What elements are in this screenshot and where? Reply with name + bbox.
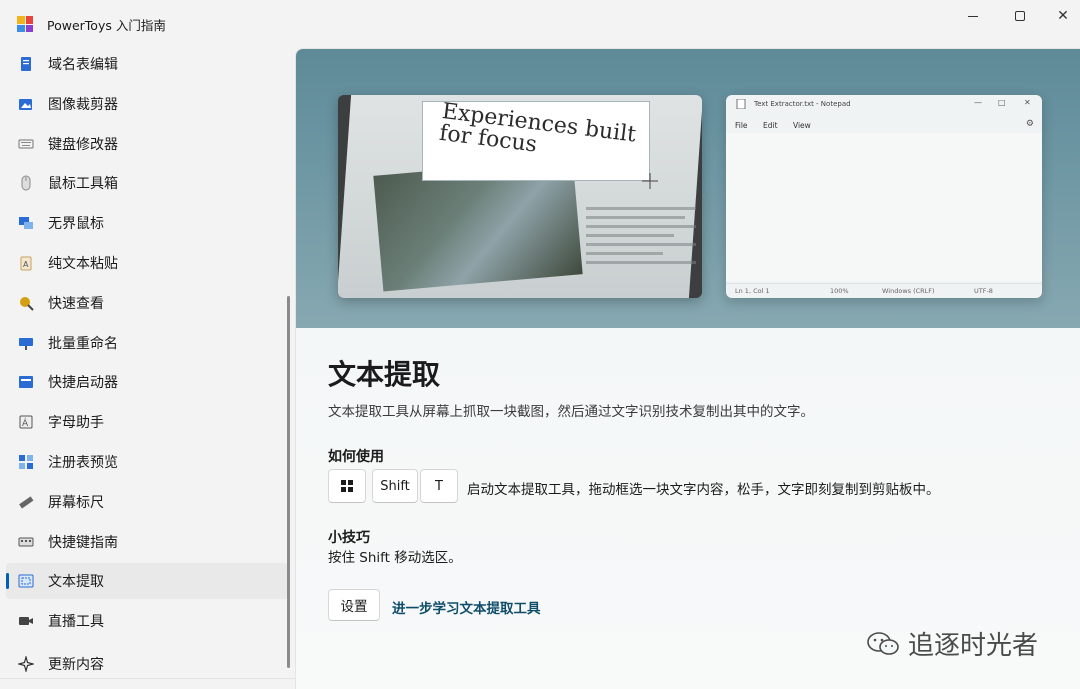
text-extractor-demo-image: Experiences built for focus [338, 95, 702, 298]
sidebar-item-label: 快捷启动器 [48, 372, 118, 392]
selection-indicator [6, 573, 9, 589]
mouse-without-borders-icon [18, 215, 34, 231]
sidebar-item-keyboard[interactable]: 键盘修改器 [6, 126, 288, 162]
notepad-status-line-ending: Windows (CRLF) [882, 287, 935, 295]
sidebar-item-label: 域名表编辑 [48, 54, 118, 74]
title-bar: PowerToys 入门指南 ✕ [0, 0, 1080, 46]
sidebar-item-image-resizer[interactable]: 图像裁剪器 [6, 86, 288, 122]
notepad-title: Text Extractor.txt - Notepad [754, 100, 851, 108]
notepad-menu-file: File [735, 121, 748, 130]
sidebar-item-mouse-without-borders[interactable]: 无界鼠标 [6, 205, 288, 241]
sidebar: 域名表编辑图像裁剪器键盘修改器鼠标工具箱无界鼠标 A 纯文本粘贴快速查看批量重命名快… [0, 44, 295, 689]
notepad-menu-edit: Edit [763, 121, 778, 130]
sidebar-item-peek[interactable]: 快速查看 [6, 285, 288, 321]
sidebar-item-label: 字母助手 [48, 412, 104, 432]
sidebar-item-label: 直播工具 [48, 611, 104, 631]
screen-ruler-icon [18, 494, 34, 510]
notepad-status-encoding: UTF-8 [974, 287, 993, 295]
sidebar-item-shortcut-guide[interactable]: 快捷键指南 [6, 524, 288, 560]
svg-text:Á: Á [22, 417, 29, 429]
notepad-status-zoom: 100% [830, 287, 849, 295]
tip-text: 按住 Shift 移动选区。 [328, 546, 462, 566]
hero-banner: Experiences built for focus Text Extract… [296, 49, 1080, 328]
main-content: Experiences built for focus Text Extract… [295, 48, 1080, 689]
sidebar-item-label: 屏幕标尺 [48, 492, 104, 512]
sidebar-item-whats-new[interactable]: 更新内容 [6, 646, 288, 682]
maximize-icon [1015, 11, 1025, 21]
notepad-menu-view: View [793, 121, 811, 130]
key-windows [328, 469, 366, 503]
close-button[interactable]: ✕ [1040, 0, 1080, 32]
sidebar-item-run[interactable]: 快捷启动器 [6, 364, 288, 400]
quick-accent-icon: Á [18, 414, 34, 430]
minimize-button[interactable] [950, 0, 996, 32]
notepad-icon [736, 99, 746, 109]
sidebar-item-label: 注册表预览 [48, 452, 118, 472]
shortcut-description: 启动文本提取工具，拖动框选一块文字内容，松手，文字即刻复制到剪贴板中。 [467, 478, 940, 498]
sidebar-item-label: 批量重命名 [48, 333, 118, 353]
sidebar-item-power-rename[interactable]: 批量重命名 [6, 325, 288, 361]
page-title: 文本提取 [328, 353, 440, 393]
sidebar-item-video-conference[interactable]: 直播工具 [6, 603, 288, 639]
crosshair-cursor-icon [642, 173, 658, 189]
notepad-minimize-icon: — [974, 98, 982, 107]
registry-preview-icon [18, 454, 34, 470]
hosts-file-icon [18, 56, 34, 72]
notepad-status-bar: Ln 1, Col 1 100% Windows (CRLF) UTF-8 [726, 283, 1042, 298]
window-title: PowerToys 入门指南 [47, 15, 166, 34]
watermark-text: 追逐时光者 [908, 625, 1038, 662]
sidebar-item-paste-plain[interactable]: A 纯文本粘贴 [6, 245, 288, 281]
sidebar-item-label: 更新内容 [48, 654, 104, 674]
learn-more-link[interactable]: 进一步学习文本提取工具 [392, 597, 541, 617]
page-description: 文本提取工具从屏幕上抓取一块截图，然后通过文字识别技术复制出其中的文字。 [328, 400, 814, 420]
sidebar-item-label: 纯文本粘贴 [48, 253, 118, 273]
sidebar-item-registry-preview[interactable]: 注册表预览 [6, 444, 288, 480]
notepad-status-position: Ln 1, Col 1 [735, 287, 770, 295]
sidebar-scrollbar[interactable] [287, 296, 290, 668]
maximize-button[interactable] [997, 0, 1043, 32]
whats-new-icon [18, 656, 34, 672]
how-to-use-heading: 如何使用 [328, 446, 384, 466]
svg-text:A: A [23, 260, 29, 269]
peek-icon [18, 295, 34, 311]
notepad-window-image: Text Extractor.txt - Notepad — □ ✕ File … [726, 95, 1042, 298]
keyboard-icon [18, 136, 34, 152]
sidebar-item-mouse[interactable]: 鼠标工具箱 [6, 165, 288, 201]
powertoys-logo-icon [17, 16, 33, 32]
notepad-close-icon: ✕ [1024, 98, 1031, 107]
video-conference-icon [18, 613, 34, 629]
sidebar-item-label: 图像裁剪器 [48, 94, 118, 114]
image-resizer-icon [18, 96, 34, 112]
sidebar-item-screen-ruler[interactable]: 屏幕标尺 [6, 484, 288, 520]
settings-button[interactable]: 设置 [328, 589, 380, 621]
sidebar-item-label: 文本提取 [48, 571, 104, 591]
paste-plain-icon: A [18, 255, 34, 271]
watermark: 追逐时光者 [866, 625, 1038, 662]
key-shift: Shift [372, 469, 418, 503]
power-rename-icon [18, 335, 34, 351]
tips-heading: 小技巧 [328, 527, 370, 547]
notepad-maximize-icon: □ [998, 98, 1006, 107]
sidebar-item-text-extractor[interactable]: 文本提取 [6, 563, 288, 599]
sidebar-item-label: 鼠标工具箱 [48, 173, 118, 193]
notepad-text-area [726, 133, 1042, 281]
magazine-paragraph [586, 201, 696, 289]
notepad-gear-icon: ⚙ [1026, 119, 1034, 129]
close-icon: ✕ [1057, 8, 1069, 24]
windows-logo-icon [341, 480, 353, 492]
mouse-icon [18, 175, 34, 191]
text-extractor-icon [18, 573, 34, 589]
sidebar-item-label: 无界鼠标 [48, 213, 104, 233]
sidebar-item-label: 快速查看 [48, 293, 104, 313]
sidebar-item-label: 键盘修改器 [48, 134, 118, 154]
key-t: T [420, 469, 458, 503]
run-icon [18, 374, 34, 390]
sidebar-item-hosts-file[interactable]: 域名表编辑 [6, 46, 288, 82]
minimize-icon [968, 16, 978, 17]
wechat-icon [866, 631, 900, 657]
sidebar-item-label: 快捷键指南 [48, 532, 118, 552]
sidebar-item-quick-accent[interactable]: Á 字母助手 [6, 404, 288, 440]
shortcut-guide-icon [18, 534, 34, 550]
